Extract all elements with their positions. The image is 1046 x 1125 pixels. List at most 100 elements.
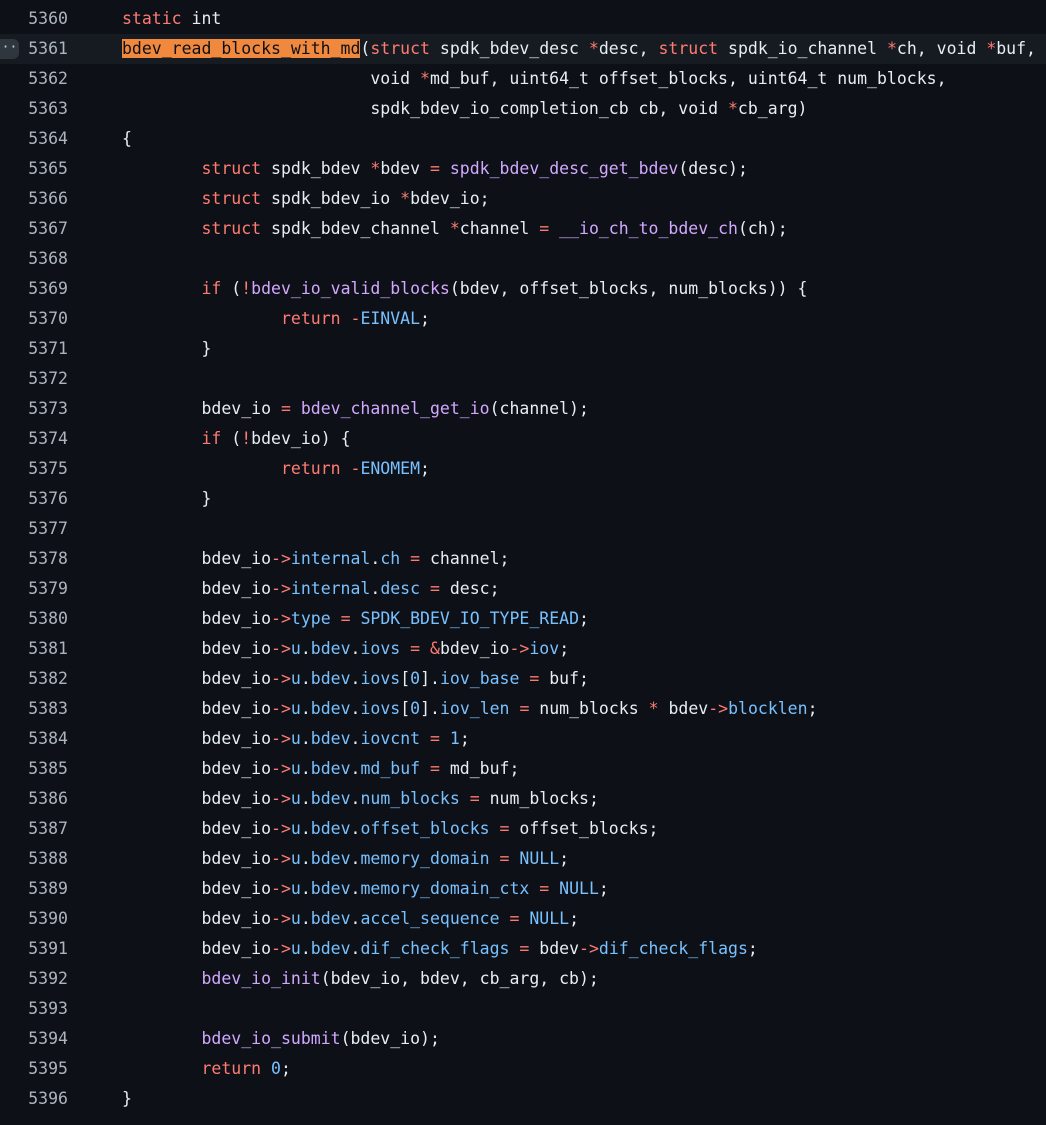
code-token: -> — [708, 699, 729, 718]
line-number[interactable]: 5363 — [0, 94, 68, 124]
code-token: u — [290, 939, 301, 958]
code-line: 5380 bdev_io->type = SPDK_BDEV_IO_TYPE_R… — [0, 604, 1046, 634]
line-number[interactable]: 5381 — [0, 634, 68, 664]
line-code: } — [122, 484, 211, 514]
line-code: bdev_io->u.bdev.iovs = &bdev_io->iov; — [122, 634, 569, 664]
code-line: 5373 bdev_io = bdev_channel_get_io(chann… — [0, 394, 1046, 424]
code-token: bdev_io_init — [201, 969, 321, 988]
line-number[interactable]: 5380 — [0, 604, 68, 634]
code-line: 5395 return 0; — [0, 1054, 1046, 1084]
line-number[interactable]: 5389 — [0, 874, 68, 904]
line-number[interactable]: 5371 — [0, 334, 68, 364]
code-token: memory_domain_ctx — [360, 879, 530, 898]
code-token: bdev — [529, 939, 580, 958]
line-number[interactable]: 5362 — [0, 64, 68, 94]
code-line: 5394 bdev_io_submit(bdev_io); — [0, 1024, 1046, 1054]
line-number[interactable]: 5393 — [0, 994, 68, 1024]
line-number[interactable]: 5392 — [0, 964, 68, 994]
line-number[interactable]: 5368 — [0, 244, 68, 274]
code-token: . — [300, 819, 311, 838]
code-token: dif_check_flags — [360, 939, 510, 958]
code-token: -> — [271, 549, 291, 568]
code-token: 0 — [271, 1059, 281, 1078]
line-number[interactable]: 5373 — [0, 394, 68, 424]
code-token: [ — [400, 669, 411, 688]
code-token: desc, — [598, 39, 659, 58]
code-line: 5385 bdev_io->u.bdev.md_buf = md_buf; — [0, 754, 1046, 784]
code-token: spdk_bdev_io_completion_cb cb, void — [122, 99, 728, 118]
line-number[interactable]: 5383 — [0, 694, 68, 724]
line-number[interactable]: 5384 — [0, 724, 68, 754]
code-token: -> — [271, 789, 291, 808]
line-number[interactable]: 5394 — [0, 1024, 68, 1054]
code-token: - — [350, 309, 361, 328]
line-number[interactable]: 5388 — [0, 844, 68, 874]
line-number[interactable]: 5395 — [0, 1054, 68, 1084]
line-number[interactable]: 5387 — [0, 814, 68, 844]
line-number[interactable]: 5375 — [0, 454, 68, 484]
code-token: num_blocks — [529, 699, 649, 718]
code-token: * — [727, 99, 738, 118]
code-token: spdk_bdev — [261, 159, 371, 178]
code-token: -> — [271, 609, 291, 628]
line-number[interactable]: 5391 — [0, 934, 68, 964]
line-number[interactable]: 5382 — [0, 664, 68, 694]
line-number[interactable]: 5372 — [0, 364, 68, 394]
line-number[interactable]: 5396 — [0, 1084, 68, 1114]
line-code: bdev_io->u.bdev.md_buf = md_buf; — [122, 754, 519, 784]
code-line: 5374 if (!bdev_io) { — [0, 424, 1046, 454]
code-token: bdev_io — [122, 579, 272, 598]
code-token: bdev_io — [122, 639, 272, 658]
code-token: channel; — [420, 549, 510, 568]
line-number[interactable]: 5361 — [0, 34, 68, 64]
code-token: = — [469, 789, 480, 808]
code-token: = — [529, 669, 540, 688]
line-number[interactable]: 5377 — [0, 514, 68, 544]
code-line: 5376 } — [0, 484, 1046, 514]
line-number[interactable]: 5364 — [0, 124, 68, 154]
line-code: } — [122, 1084, 132, 1114]
line-code: spdk_bdev_io_completion_cb cb, void *cb_… — [122, 94, 807, 124]
line-number[interactable]: 5379 — [0, 574, 68, 604]
line-number[interactable]: 5360 — [0, 4, 68, 34]
code-token: desc; — [439, 579, 500, 598]
line-number[interactable]: 5370 — [0, 304, 68, 334]
line-number[interactable]: 5367 — [0, 214, 68, 244]
line-number[interactable]: 5390 — [0, 904, 68, 934]
code-token: -> — [271, 849, 291, 868]
code-token: bdev — [310, 729, 351, 748]
code-line: 5381 bdev_io->u.bdev.iovs = &bdev_io->io… — [0, 634, 1046, 664]
line-number[interactable]: 5386 — [0, 784, 68, 814]
code-token: u — [290, 879, 301, 898]
line-number[interactable]: 5376 — [0, 484, 68, 514]
line-code: return -ENOMEM; — [122, 454, 430, 484]
code-token: EINVAL — [360, 309, 421, 328]
line-code: bdev_io->u.bdev.memory_domain = NULL; — [122, 844, 569, 874]
code-token: ch, void — [896, 39, 987, 58]
line-number[interactable]: 5378 — [0, 544, 68, 574]
line-number[interactable]: 5365 — [0, 154, 68, 184]
code-token: = — [499, 849, 510, 868]
line-number[interactable]: 5366 — [0, 184, 68, 214]
code-line: 5369 if (!bdev_io_valid_blocks(bdev, off… — [0, 274, 1046, 304]
code-token: bdev_io — [122, 399, 281, 418]
code-token: . — [350, 639, 361, 658]
code-token: offset_blocks; — [509, 819, 659, 838]
code-token: struct — [370, 39, 430, 58]
code-token: -> — [271, 909, 291, 928]
code-token: return — [201, 1059, 262, 1078]
line-number[interactable]: 5385 — [0, 754, 68, 784]
line-number[interactable]: 5369 — [0, 274, 68, 304]
code-line: ·· 5361 bdev_read_blocks_with_md(struct sp… — [0, 34, 1046, 64]
code-token: bdev_io — [122, 609, 272, 628]
line-number[interactable]: 5374 — [0, 424, 68, 454]
